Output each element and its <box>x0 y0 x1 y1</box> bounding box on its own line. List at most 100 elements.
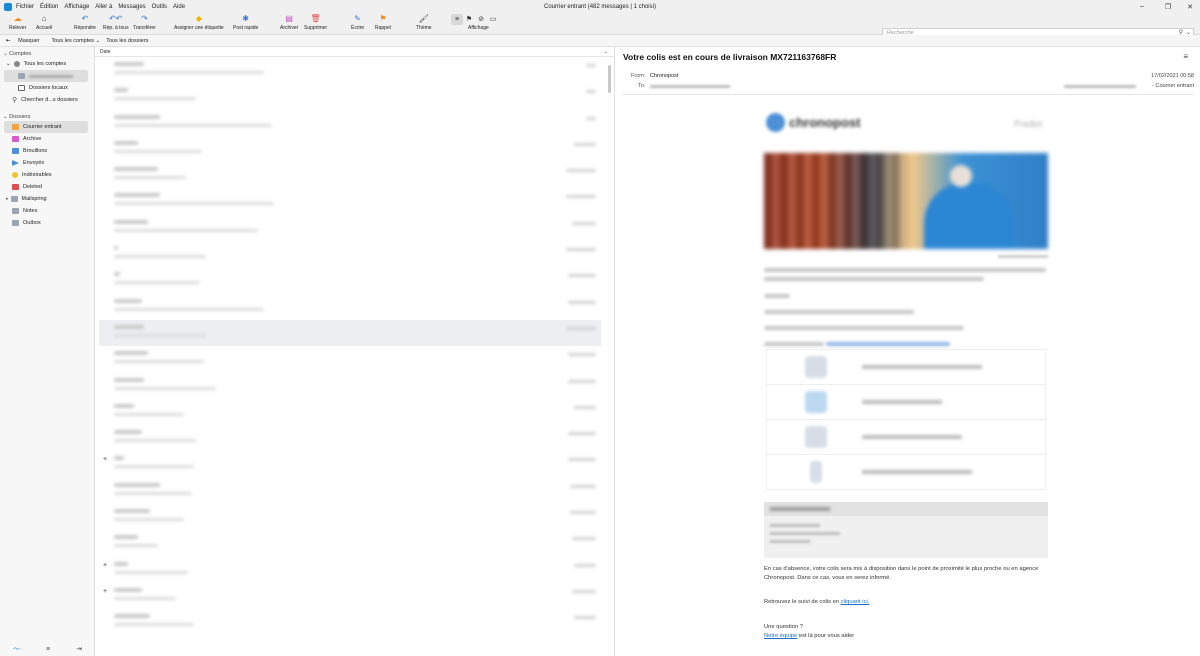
ecrire-button[interactable]: ✎ Écrire <box>351 13 364 35</box>
repondre-button[interactable]: ↶ Répondre <box>74 13 96 35</box>
logo-wordmark: chronopost <box>789 115 861 130</box>
sidebar-item-notes[interactable]: Notes <box>0 205 94 217</box>
subject-redacted <box>114 255 206 259</box>
message-row[interactable] <box>99 399 601 425</box>
rep-tous-button[interactable]: ↶↶ Rép. à tous <box>103 13 129 35</box>
expand-thread-icon[interactable]: + <box>103 562 107 569</box>
message-row[interactable] <box>99 609 601 635</box>
date-redacted <box>572 589 596 593</box>
message-row[interactable] <box>99 110 601 136</box>
scrollbar[interactable] <box>608 65 611 93</box>
archiver-button[interactable]: ▤ Archiver <box>280 13 298 35</box>
menu-fichier[interactable]: Fichier <box>16 4 34 10</box>
column-header-date[interactable]: Date ⌄ <box>95 47 614 57</box>
message-row[interactable]: + <box>99 451 601 477</box>
message-row[interactable] <box>99 267 601 293</box>
accueil-button[interactable]: ⌂ Accueil <box>36 13 52 35</box>
action-card[interactable] <box>766 420 1046 455</box>
message-row[interactable] <box>99 136 601 162</box>
accounts-filter-dropdown[interactable]: Tous les comptes ⌄ <box>46 38 101 44</box>
message-row[interactable] <box>99 346 601 372</box>
comptes-section[interactable]: ⌄ Comptes <box>0 49 94 58</box>
supprimer-button[interactable]: 🗑 Supprimer <box>304 13 327 35</box>
attachment-view-icon[interactable]: ⊘ <box>475 14 487 25</box>
sidebar-item-account[interactable] <box>4 70 88 82</box>
flag-view-icon[interactable]: ⚑ <box>463 14 475 25</box>
sidebar-item-search-folders[interactable]: ⚲ Chercher d...s dossiers <box>0 94 94 106</box>
message-row[interactable] <box>99 83 601 109</box>
post-rapide-button[interactable]: ✱ Post rapide <box>233 13 258 35</box>
minimize-button[interactable]: – <box>1130 0 1154 13</box>
rappel-button[interactable]: ⚑ Rappel <box>375 13 391 35</box>
action-card[interactable] <box>766 455 1046 490</box>
message-row[interactable] <box>99 319 601 347</box>
menu-outils[interactable]: Outils <box>152 4 167 10</box>
sidebar-footer: 〜 ≡ ⇥ <box>0 644 95 654</box>
message-row[interactable] <box>99 373 601 399</box>
message-row[interactable] <box>99 57 601 83</box>
sidebar-item-envoyes[interactable]: Envoyés <box>0 157 94 169</box>
sender-redacted <box>114 430 142 435</box>
message-row[interactable] <box>99 478 601 504</box>
message-row[interactable] <box>99 425 601 451</box>
message-row[interactable] <box>99 241 601 267</box>
preview-view-icon[interactable]: ▭ <box>487 14 499 25</box>
folders-filter-button[interactable]: Tous les dossiers <box>106 38 148 44</box>
support-link[interactable]: Notre équipe <box>764 633 797 639</box>
sidebar-item-all-accounts[interactable]: ⌄ Tous les comptes <box>0 58 94 70</box>
sidebar-item-local-folders[interactable]: Dossiers locaux <box>0 82 94 94</box>
message-row[interactable] <box>99 162 601 188</box>
sender-name[interactable]: Chronopost <box>650 73 678 79</box>
subject-redacted <box>114 176 186 180</box>
expand-thread-icon[interactable]: + <box>103 456 107 463</box>
sidebar-item-outbox[interactable]: Outbox <box>0 217 94 229</box>
masquer-button[interactable]: ⇤ Masquer <box>6 38 40 44</box>
message-row[interactable] <box>99 215 601 241</box>
message-row[interactable] <box>99 530 601 556</box>
expand-thread-icon[interactable]: + <box>103 588 107 595</box>
sender-redacted <box>114 561 128 566</box>
folder-label: Notes <box>23 208 38 214</box>
message-row[interactable] <box>99 188 601 214</box>
menu-aller-a[interactable]: Aller à <box>95 4 112 10</box>
message-row[interactable]: + <box>99 583 601 609</box>
sidebar-item-indesirables[interactable]: Indésirables <box>0 169 94 181</box>
list-view-icon[interactable]: ≡ <box>451 13 463 25</box>
folder-label: Archive <box>23 136 42 142</box>
transferer-button[interactable]: ↷ Transférer <box>133 13 156 35</box>
theme-button[interactable]: 🖌 Thème <box>416 13 432 35</box>
action-card[interactable] <box>766 350 1046 385</box>
hamburger-menu-icon[interactable]: ≡ <box>1183 52 1188 61</box>
sidebar-item-archive[interactable]: Archive <box>0 133 94 145</box>
message-row[interactable] <box>99 504 601 530</box>
dossiers-section[interactable]: ⌄ Dossiers <box>0 112 94 121</box>
menu-icon[interactable]: ≡ <box>46 646 50 653</box>
action-card[interactable] <box>766 385 1046 420</box>
collapse-icon[interactable]: ⇥ <box>76 645 82 653</box>
message-row[interactable] <box>99 294 601 320</box>
tracking-link[interactable]: cliquant ici. <box>841 599 870 605</box>
assigner-etiquette-button[interactable]: ◆ Assigner une étiquette <box>174 13 224 35</box>
sort-chevron-icon[interactable]: ⌄ <box>604 49 608 55</box>
menu-aide[interactable]: Aide <box>173 4 185 10</box>
subject-redacted <box>114 386 216 390</box>
sidebar-item-deleted[interactable]: Deleted <box>0 181 94 193</box>
date-redacted <box>566 169 596 173</box>
sidebar-item-courrier-entrant[interactable]: Courrier entrant <box>4 121 88 133</box>
menu-affichage[interactable]: Affichage <box>64 4 89 10</box>
menu-edition[interactable]: Édition <box>40 4 58 10</box>
reading-pane: Votre colis est en cours de livraison MX… <box>616 47 1200 656</box>
ecrire-label: Écrire <box>351 25 365 31</box>
maximize-button[interactable]: ❐ <box>1156 0 1180 13</box>
sidebar-item-mailspring[interactable]: ▸ Mailspring <box>0 193 94 205</box>
subject-redacted <box>114 570 188 574</box>
close-button[interactable]: ✕ <box>1178 0 1200 13</box>
activity-icon[interactable]: 〜 <box>13 644 20 654</box>
menu-messages[interactable]: Messages <box>118 4 145 10</box>
message-row[interactable]: + <box>99 557 601 583</box>
blurred-link[interactable] <box>826 342 950 346</box>
relever-button[interactable]: ☁ Relever <box>9 13 26 35</box>
sidebar-item-brouillons[interactable]: Brouillons <box>0 145 94 157</box>
subject-redacted <box>114 544 158 548</box>
date-redacted <box>566 195 596 199</box>
